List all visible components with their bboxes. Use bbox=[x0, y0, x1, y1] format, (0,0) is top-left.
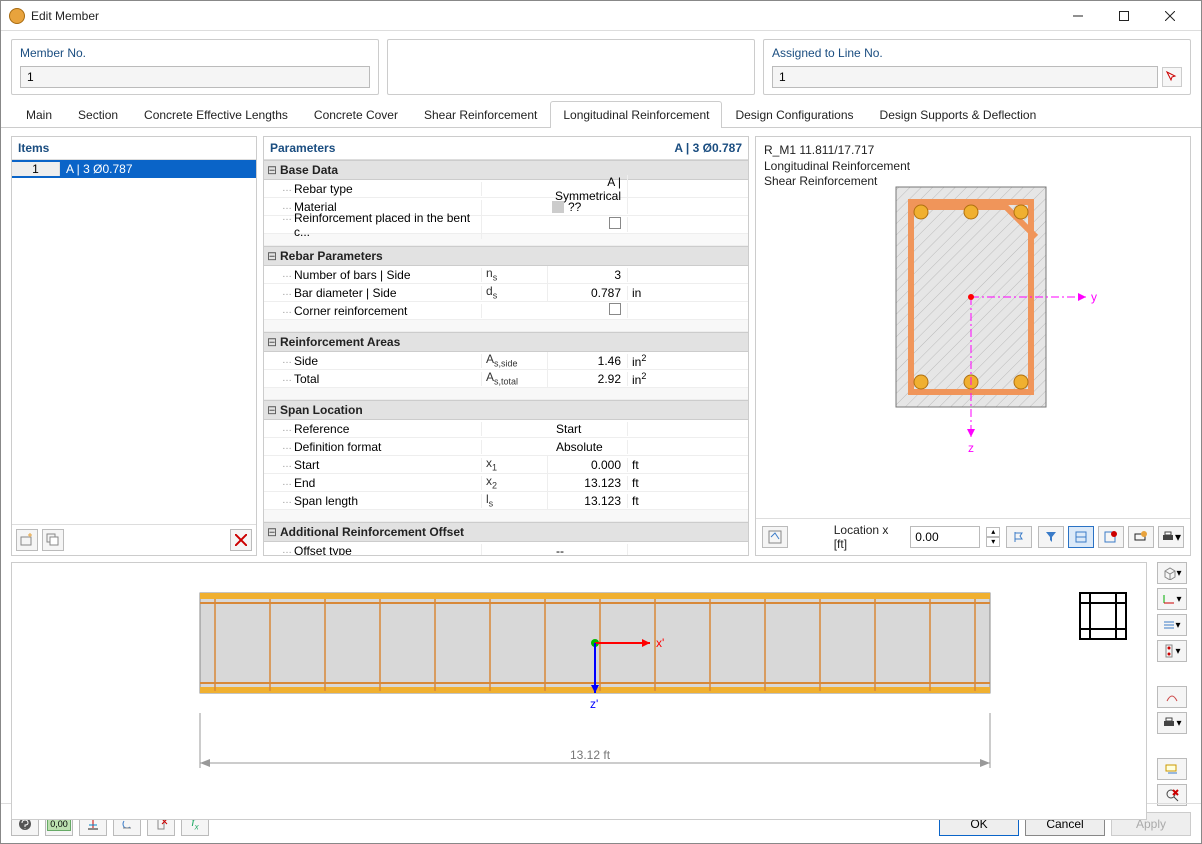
spin-down[interactable]: ▾ bbox=[986, 537, 1000, 547]
svg-text:13.12 ft: 13.12 ft bbox=[570, 748, 611, 762]
param-group-head[interactable]: ⊟Rebar Parameters bbox=[264, 246, 748, 266]
params-body[interactable]: ⊟Base DataRebar typeA | SymmetricalMater… bbox=[264, 160, 748, 555]
param-group-head[interactable]: ⊟Reinforcement Areas bbox=[264, 332, 748, 352]
titlebar: Edit Member bbox=[1, 1, 1201, 31]
copy-item-button[interactable] bbox=[42, 529, 64, 551]
window-buttons bbox=[1055, 1, 1193, 31]
upper-row: Items 1A | 3 Ø0.787 Parameters A | 3 Ø0.… bbox=[11, 136, 1191, 556]
member-no-box: Member No. bbox=[11, 39, 379, 95]
view-a-button[interactable] bbox=[1068, 526, 1094, 548]
param-row[interactable]: Corner reinforcement bbox=[264, 302, 748, 320]
side-curve-button[interactable] bbox=[1157, 686, 1187, 708]
minimize-button[interactable] bbox=[1055, 1, 1101, 31]
svg-text:x': x' bbox=[656, 636, 664, 650]
tab-design-supports-deflection[interactable]: Design Supports & Deflection bbox=[867, 101, 1050, 128]
side-section-button[interactable]: ▾ bbox=[1157, 640, 1187, 662]
content: Items 1A | 3 Ø0.787 Parameters A | 3 Ø0.… bbox=[1, 128, 1201, 803]
pv-tool-flag[interactable] bbox=[1006, 526, 1032, 548]
member-no-label: Member No. bbox=[20, 46, 370, 60]
param-row[interactable]: Startx10.000ft bbox=[264, 456, 748, 474]
param-row[interactable]: Rebar typeA | Symmetrical bbox=[264, 180, 748, 198]
side-list-button[interactable]: ▾ bbox=[1157, 614, 1187, 636]
header-row: Member No. Assigned to Line No. bbox=[1, 31, 1201, 99]
tab-main[interactable]: Main bbox=[13, 101, 65, 128]
tab-section[interactable]: Section bbox=[65, 101, 131, 128]
side-tools: ▾ ▾ ▾ ▾ ▾ bbox=[1153, 562, 1191, 820]
app-icon bbox=[9, 8, 25, 24]
items-row[interactable]: 1A | 3 Ø0.787 bbox=[12, 160, 256, 178]
pv-tool-1[interactable] bbox=[762, 526, 788, 548]
param-row[interactable]: Reinforcement placed in the bent c... bbox=[264, 216, 748, 234]
preview-body: R_M1 11.811/17.717 Longitudinal Reinforc… bbox=[756, 137, 1190, 518]
new-item-button[interactable] bbox=[16, 529, 38, 551]
tab-shear-reinforcement[interactable]: Shear Reinforcement bbox=[411, 101, 550, 128]
tabs: MainSectionConcrete Effective LengthsCon… bbox=[1, 101, 1201, 128]
param-group-head[interactable]: ⊟Span Location bbox=[264, 400, 748, 420]
param-row[interactable]: SideAs,side1.46in2 bbox=[264, 352, 748, 370]
side-tag-button[interactable] bbox=[1157, 758, 1187, 780]
preview-line2: Longitudinal Reinforcement bbox=[764, 159, 1182, 175]
param-row[interactable]: Offset type-- bbox=[264, 542, 748, 555]
window: Edit Member Member No. Assigned to Line … bbox=[0, 0, 1202, 844]
print-button[interactable]: ▾ bbox=[1158, 526, 1184, 548]
param-row[interactable]: Endx213.123ft bbox=[264, 474, 748, 492]
param-row[interactable]: Span lengthls13.123ft bbox=[264, 492, 748, 510]
pick-line-button[interactable] bbox=[1162, 67, 1182, 87]
view-c-button[interactable] bbox=[1128, 526, 1154, 548]
location-input[interactable] bbox=[910, 526, 980, 548]
params-head-right: A | 3 Ø0.787 bbox=[674, 141, 742, 155]
param-row[interactable]: TotalAs,total2.92in2 bbox=[264, 370, 748, 388]
location-label: Location x [ft] bbox=[834, 523, 905, 551]
param-row[interactable]: Bar diameter | Sideds0.787in bbox=[264, 284, 748, 302]
param-row[interactable]: Definition formatAbsolute bbox=[264, 438, 748, 456]
filter-icon[interactable] bbox=[1038, 526, 1064, 548]
member-no-input[interactable] bbox=[20, 66, 370, 88]
assigned-label: Assigned to Line No. bbox=[772, 46, 1182, 60]
preview-foot: Location x [ft] ▴ ▾ ▾ bbox=[756, 518, 1190, 555]
svg-text:y: y bbox=[1091, 290, 1097, 304]
section-preview: y z bbox=[886, 177, 1146, 477]
items-head: Items bbox=[18, 141, 250, 155]
tab-concrete-cover[interactable]: Concrete Cover bbox=[301, 101, 411, 128]
beam-svg: x' z' 13.12 ft bbox=[12, 563, 1146, 819]
lower-row: x' z' 13.12 ft ▾ bbox=[11, 562, 1191, 820]
assigned-box: Assigned to Line No. bbox=[763, 39, 1191, 95]
side-cube-button[interactable]: ▾ bbox=[1157, 562, 1187, 584]
items-body: 1A | 3 Ø0.787 bbox=[12, 160, 256, 524]
tab-concrete-effective-lengths[interactable]: Concrete Effective Lengths bbox=[131, 101, 301, 128]
window-title: Edit Member bbox=[31, 9, 1055, 23]
preview-line1: R_M1 11.811/17.717 bbox=[764, 143, 1182, 159]
items-foot bbox=[12, 524, 256, 555]
param-group-head[interactable]: ⊟Additional Reinforcement Offset bbox=[264, 522, 748, 542]
side-axes-button[interactable]: ▾ bbox=[1157, 588, 1187, 610]
spin-up[interactable]: ▴ bbox=[986, 527, 1000, 537]
param-row[interactable]: ReferenceStart bbox=[264, 420, 748, 438]
items-panel: Items 1A | 3 Ø0.787 bbox=[11, 136, 257, 556]
params-head: Parameters bbox=[270, 141, 674, 155]
svg-text:z': z' bbox=[590, 697, 598, 711]
beam-panel: x' z' 13.12 ft bbox=[11, 562, 1147, 820]
tab-design-configurations[interactable]: Design Configurations bbox=[722, 101, 866, 128]
param-group-head[interactable]: ⊟Base Data bbox=[264, 160, 748, 180]
close-button[interactable] bbox=[1147, 1, 1193, 31]
side-print-button[interactable]: ▾ bbox=[1157, 712, 1187, 734]
params-panel: Parameters A | 3 Ø0.787 ⊟Base DataRebar … bbox=[263, 136, 749, 556]
svg-text:z: z bbox=[968, 441, 974, 455]
assigned-input[interactable] bbox=[772, 66, 1158, 88]
delete-item-button[interactable] bbox=[230, 529, 252, 551]
preview-panel: R_M1 11.811/17.717 Longitudinal Reinforc… bbox=[755, 136, 1191, 556]
tab-longitudinal-reinforcement[interactable]: Longitudinal Reinforcement bbox=[550, 101, 722, 128]
view-b-button[interactable] bbox=[1098, 526, 1124, 548]
maximize-button[interactable] bbox=[1101, 1, 1147, 31]
param-row[interactable]: Number of bars | Sidens3 bbox=[264, 266, 748, 284]
header-mid-box bbox=[387, 39, 755, 95]
